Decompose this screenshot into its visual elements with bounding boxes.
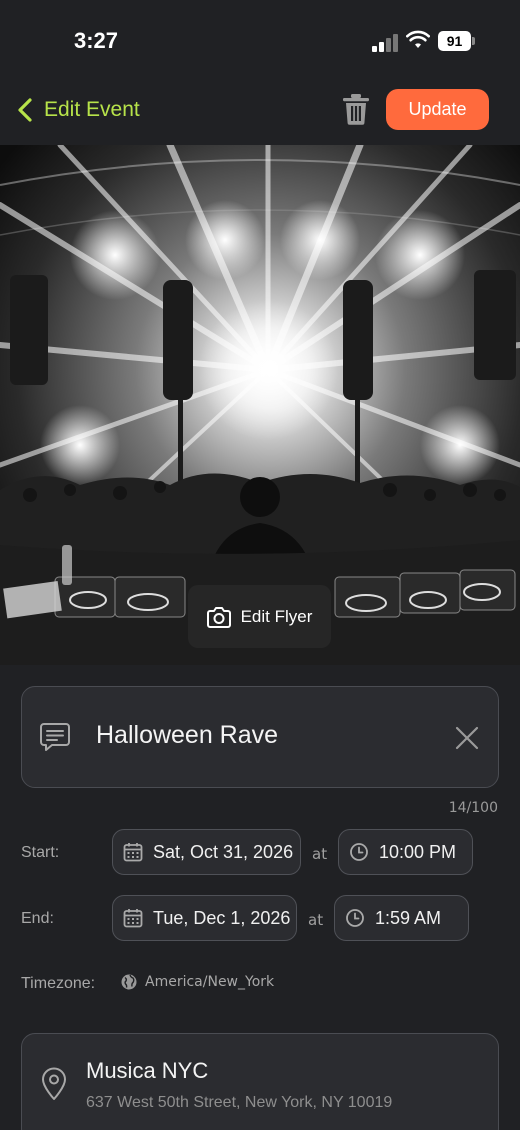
battery-icon: 91 <box>438 31 476 51</box>
character-counter: 14/100 <box>448 800 498 816</box>
clock-icon <box>346 909 364 927</box>
event-name-value: Halloween Rave <box>96 721 279 749</box>
page-title: Edit Event <box>44 98 140 121</box>
start-date-picker[interactable]: Sat, Oct 31, 2026 <box>112 829 301 875</box>
start-label: Start: <box>21 844 60 861</box>
back-button[interactable]: Edit Event <box>16 92 140 128</box>
start-time-picker[interactable]: 10:00 PM <box>338 829 473 875</box>
update-button[interactable]: Update <box>386 89 489 130</box>
chevron-left-icon <box>18 98 32 122</box>
start-time-value: 10:00 PM <box>379 841 457 862</box>
end-label: End: <box>21 910 54 927</box>
venue-name: Musica NYC <box>86 1058 209 1083</box>
trash-icon[interactable] <box>342 93 370 125</box>
status-bar: 3:27 91 <box>0 0 520 80</box>
end-date-picker[interactable]: Tue, Dec 1, 2026 <box>112 895 297 941</box>
cell-signal-icon <box>372 34 398 52</box>
status-time: 3:27 <box>74 28 119 53</box>
at-label: at <box>308 911 324 929</box>
battery-level: 91 <box>438 31 471 51</box>
at-label: at <box>312 845 328 863</box>
text-bubble-icon <box>40 723 70 751</box>
edit-flyer-button[interactable]: Edit Flyer <box>188 585 331 648</box>
calendar-icon <box>123 843 143 862</box>
end-time-value: 1:59 AM <box>375 907 442 928</box>
globe-icon <box>121 974 137 990</box>
event-name-field[interactable]: Halloween Rave <box>21 686 499 788</box>
end-time-picker[interactable]: 1:59 AM <box>334 895 469 941</box>
calendar-icon <box>123 909 143 928</box>
start-date-value: Sat, Oct 31, 2026 <box>153 841 294 862</box>
camera-icon <box>206 606 231 628</box>
timezone-label: Timezone: <box>21 975 96 992</box>
edit-flyer-label: Edit Flyer <box>240 606 313 626</box>
timezone-value: America/New_York <box>145 974 275 990</box>
location-card[interactable]: Musica NYC 637 West 50th Street, New Yor… <box>21 1033 499 1130</box>
close-icon[interactable] <box>454 725 480 751</box>
clock-icon <box>350 843 368 861</box>
end-date-value: Tue, Dec 1, 2026 <box>153 907 291 928</box>
timezone-selector[interactable]: America/New_York <box>121 974 274 990</box>
wifi-icon <box>406 30 430 48</box>
location-pin-icon <box>42 1067 66 1100</box>
venue-address: 637 West 50th Street, New York, NY 10019 <box>86 1094 393 1111</box>
